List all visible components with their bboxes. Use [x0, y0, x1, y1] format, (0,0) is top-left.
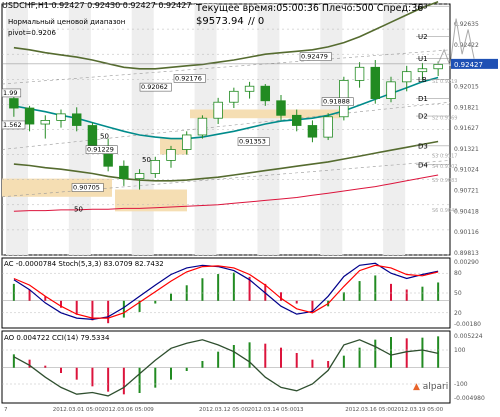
time-axis-tick: 2012.03.12 05:00 [199, 407, 249, 413]
price-axis-tick: 0.91321 [454, 146, 479, 153]
time-axis-tick: 2012.03.16 05:00 [345, 407, 395, 413]
terminal-status: Текущее время:05:00:36 Плечо:500 Спред:3… [196, 3, 424, 14]
pivot-label: pivot=0.9206 [8, 29, 56, 37]
ac-axis-tick: 0.00290 [454, 259, 479, 266]
ac-axis-tick: 80 [454, 270, 462, 277]
current-price-value: 0.92427 [454, 61, 483, 69]
price-axis-tick: 0.89813 [454, 250, 479, 257]
candle-body [433, 63, 443, 70]
candle-body [386, 81, 396, 99]
ao-axis-tick: -100 [454, 381, 468, 388]
alpari-logo-icon: ▲ [413, 382, 420, 392]
ao-axis-tick: 100 [454, 347, 466, 354]
time-axis-tick: 2012.03.06 05:00 [102, 407, 152, 413]
price-axis-tick: 0.90418 [454, 208, 479, 215]
secondary-level-label: S2 0.9169 [432, 115, 457, 121]
time-axis-tick: 2012.03.14 05:00 [248, 407, 298, 413]
symbol-info: USDCHF,H1 0.92427 0.92430 0.92427 0.9242… [2, 1, 192, 10]
price-axis-tick: 0.90721 [454, 188, 479, 195]
ao-panel-title: AO 0.004722 CCI(14) 79.5334 [4, 334, 110, 342]
ac-axis-tick: 50 [454, 290, 462, 297]
secondary-level-label: S3 0.9117 [432, 153, 457, 159]
alpari-logo: ▲ alpari [413, 382, 448, 392]
time-axis-tick: 2012.03.19 05:00 [394, 407, 444, 413]
price-annotation: 0.92176 [175, 74, 202, 82]
time-axis-tick: 7 [4, 407, 8, 413]
secondary-level-label: S1 0.9219 [432, 79, 457, 85]
candle-body [370, 66, 381, 99]
range-subtitle: Нормальный ценовой диапазон [8, 18, 126, 26]
candle-body [24, 107, 35, 125]
alpari-logo-text: alpari [422, 382, 449, 392]
price-annotation: 0.92062 [141, 83, 168, 91]
time-axis-tick: 9 [150, 407, 154, 413]
candle-body [119, 165, 129, 180]
price-annotation: 1.562 [3, 121, 22, 129]
candle-body [181, 134, 192, 150]
secondary-level-label: S4 0.9102 [432, 164, 457, 170]
ao-axis-tick: -0.004980 [454, 395, 485, 402]
candle-body [323, 116, 333, 138]
price-axis-tick: 0.90116 [454, 229, 479, 236]
price-annotation: 1.99 [3, 89, 17, 97]
candle-body [166, 149, 176, 161]
candle-body [276, 100, 286, 116]
secondary-level-label: S5 0.9083 [432, 178, 457, 184]
candle-body [87, 125, 98, 147]
ac-panel-title: AC -0.0000784 Stoch(5,3,3) 83.0709 82.74… [4, 260, 164, 268]
candle-body [150, 160, 161, 174]
level-label-D1: D1 [418, 95, 428, 103]
candle-body [229, 90, 239, 103]
trading-chart-window[interactable]: 0.926350.924220.922190.920150.918210.916… [0, 0, 500, 413]
candle-body [197, 117, 208, 136]
candle-body [307, 125, 318, 138]
candle-body [9, 98, 19, 109]
price-annotation: 0.91888 [323, 98, 350, 106]
position-count: // 0 [248, 16, 265, 27]
candle-body [354, 66, 365, 81]
period-marker: 50 [142, 156, 151, 164]
candle-body [401, 71, 412, 83]
time-axis-tick: 13 [297, 407, 304, 413]
period-marker: 50 [74, 205, 83, 213]
level-label-D2: D2 [418, 113, 428, 121]
chart-canvas[interactable]: 0.926350.924220.922190.920150.918210.916… [0, 0, 500, 413]
price-annotation: 0.90705 [73, 184, 100, 192]
price-annotation: 0.92479 [301, 53, 328, 61]
account-balance: $9573.94 [196, 16, 244, 27]
price-axis-tick: 0.91024 [454, 167, 479, 174]
candle-body [213, 101, 223, 119]
price-axis-tick: 0.92422 [454, 42, 479, 49]
level-label-LB: LB [418, 76, 427, 84]
time-axis-tick: 2012.03.01 05:00 [53, 407, 103, 413]
level-label-U1: U1 [418, 55, 428, 63]
level-label-U2: U2 [418, 33, 428, 41]
candle-body [71, 113, 82, 126]
price-axis-tick: 0.91627 [454, 125, 479, 132]
price-annotation: 0.91229 [87, 146, 114, 154]
candle-body [40, 120, 51, 125]
candle-body [134, 173, 145, 180]
level-label-D4: D4 [418, 161, 428, 169]
ac-axis-tick: -0.00180 [454, 321, 481, 328]
period-marker: 50 [100, 133, 109, 141]
ac-axis-tick: 20 [454, 310, 462, 317]
ao-axis-tick: 0.005224 [454, 333, 483, 340]
price-axis-tick: 0.91821 [454, 104, 479, 111]
candle-body [291, 114, 302, 126]
candle-body [56, 113, 66, 121]
level-label-D3: D3 [418, 142, 428, 150]
session-stripe [383, 4, 406, 255]
price-axis-tick: 0.92015 [454, 83, 479, 90]
secondary-level-label: S6 0.9042 [432, 208, 457, 214]
candle-body [260, 85, 271, 102]
candle-body [244, 85, 255, 92]
price-annotation: 0.91353 [239, 138, 266, 146]
candle-body [417, 68, 428, 73]
